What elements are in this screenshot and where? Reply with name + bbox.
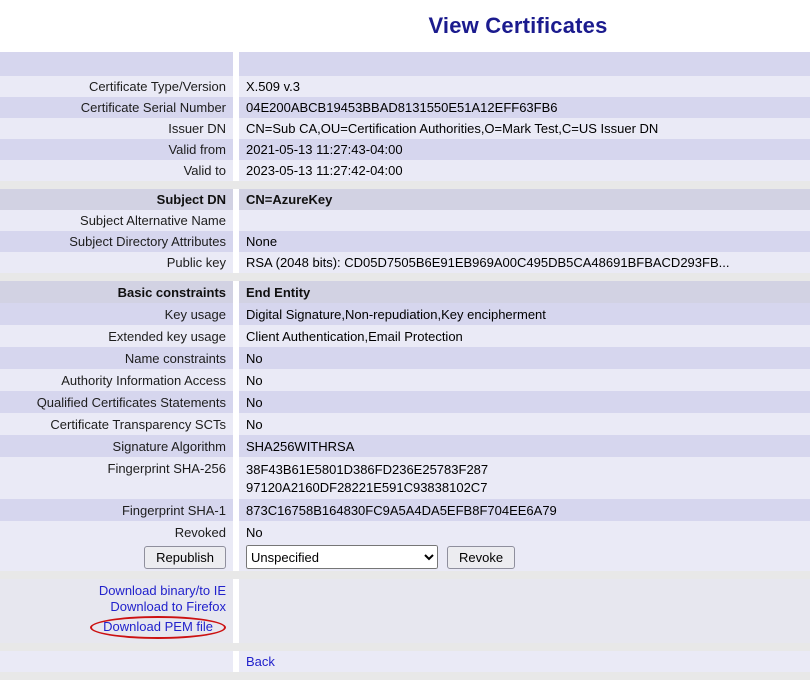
row-value: Digital Signature,Non-repudiation,Key en… — [239, 303, 810, 325]
row-value: Client Authentication,Email Protection — [239, 325, 810, 347]
row-value: 873C16758B164830FC9A5A4DA5EFB8F704EE6A79 — [239, 499, 810, 521]
row-label: Name constraints — [0, 347, 233, 369]
revoke-button[interactable]: Revoke — [447, 546, 515, 569]
row-label: Fingerprint SHA-256 — [0, 457, 233, 499]
row-label: Qualified Certificates Statements — [0, 391, 233, 413]
row-label: Fingerprint SHA-1 — [0, 499, 233, 521]
footer-section: Back — [0, 651, 810, 672]
row-label: Certificate Serial Number — [0, 97, 233, 118]
section-header-label: Subject DN — [0, 189, 233, 210]
row-label: Revoked — [0, 521, 233, 543]
download-binary-ie-link[interactable]: Download binary/to IE — [99, 583, 226, 599]
row-label: Valid from — [0, 139, 233, 160]
row-label: Issuer DN — [0, 118, 233, 139]
download-pem-link[interactable]: Download PEM file — [103, 619, 213, 634]
row-label: Subject Directory Attributes — [0, 231, 233, 252]
table-row: Public key RSA (2048 bits): CD05D7505B6E… — [0, 252, 810, 273]
table-row: Name constraints No — [0, 347, 810, 369]
page-header: View Certificates — [0, 0, 810, 52]
row-label: Key usage — [0, 303, 233, 325]
section-separator — [0, 643, 810, 651]
table-row: Fingerprint SHA-1 873C16758B164830FC9A5A… — [0, 499, 810, 521]
row-value: 04E200ABCB19453BBAD8131550E51A12EFF63FB6 — [239, 97, 810, 118]
back-link[interactable]: Back — [246, 654, 275, 670]
download-row: Download binary/to IE Download to Firefo… — [0, 579, 810, 643]
page-bottom-margin — [0, 672, 810, 680]
row-value: No — [239, 391, 810, 413]
table-row: Fingerprint SHA-256 38F43B61E5801D386FD2… — [0, 457, 810, 499]
table-row: Valid from 2021-05-13 11:27:43-04:00 — [0, 139, 810, 160]
table-row: Authority Information Access No — [0, 369, 810, 391]
download-section: Download binary/to IE Download to Firefo… — [0, 579, 810, 643]
highlight-ellipse: Download PEM file — [90, 616, 226, 639]
certificate-extensions-table: Basic constraints End Entity Key usage D… — [0, 281, 810, 571]
row-label: Certificate Type/Version — [0, 76, 233, 97]
section-header-value: End Entity — [239, 281, 810, 303]
row-label: Certificate Transparency SCTs — [0, 413, 233, 435]
row-value: No — [239, 347, 810, 369]
row-value: No — [239, 521, 810, 543]
section-separator — [0, 571, 810, 579]
section-separator — [0, 273, 810, 281]
page-title: View Certificates — [0, 13, 810, 39]
table-row: Certificate Type/Version X.509 v.3 — [0, 76, 810, 97]
row-label: Signature Algorithm — [0, 435, 233, 457]
row-label: Valid to — [0, 160, 233, 181]
table-row: Certificate Transparency SCTs No — [0, 413, 810, 435]
section-separator — [0, 181, 810, 189]
section-header-row: Subject DN CN=AzureKey — [0, 189, 810, 210]
back-row: Back — [0, 651, 810, 672]
row-value — [239, 210, 810, 231]
section-header-label: Basic constraints — [0, 281, 233, 303]
fingerprint-sha256-line1: 38F43B61E5801D386FD236E25783F287 — [246, 461, 488, 479]
section-header-value: CN=AzureKey — [239, 189, 810, 210]
table-row: Extended key usage Client Authentication… — [0, 325, 810, 347]
certificate-general-table: Certificate Type/Version X.509 v.3 Certi… — [0, 52, 810, 181]
row-value: CN=Sub CA,OU=Certification Authorities,O… — [239, 118, 810, 139]
row-value: X.509 v.3 — [239, 76, 810, 97]
section-header-row: Basic constraints End Entity — [0, 281, 810, 303]
download-firefox-link[interactable]: Download to Firefox — [110, 599, 226, 615]
certificate-subject-table: Subject DN CN=AzureKey Subject Alternati… — [0, 189, 810, 273]
table-row: Key usage Digital Signature,Non-repudiat… — [0, 303, 810, 325]
row-label: Subject Alternative Name — [0, 210, 233, 231]
table-row: Subject Alternative Name — [0, 210, 810, 231]
spacer-row — [0, 52, 810, 76]
table-row: Qualified Certificates Statements No — [0, 391, 810, 413]
table-row: Certificate Serial Number 04E200ABCB1945… — [0, 97, 810, 118]
revocation-reason-select[interactable]: Unspecified — [246, 545, 438, 569]
row-value: 38F43B61E5801D386FD236E25783F287 97120A2… — [239, 457, 810, 499]
table-row: Subject Directory Attributes None — [0, 231, 810, 252]
row-label: Authority Information Access — [0, 369, 233, 391]
actions-row: Republish Unspecified Revoke — [0, 543, 810, 571]
row-value: No — [239, 369, 810, 391]
table-row: Signature Algorithm SHA256WITHRSA — [0, 435, 810, 457]
republish-button[interactable]: Republish — [144, 546, 226, 569]
fingerprint-sha256-line2: 97120A2160DF28221E591C93838102C7 — [246, 479, 488, 497]
row-value: No — [239, 413, 810, 435]
row-label: Public key — [0, 252, 233, 273]
row-value: 2023-05-13 11:27:42-04:00 — [239, 160, 810, 181]
row-label: Extended key usage — [0, 325, 233, 347]
row-value: SHA256WITHRSA — [239, 435, 810, 457]
table-row: Valid to 2023-05-13 11:27:42-04:00 — [0, 160, 810, 181]
row-value: 2021-05-13 11:27:43-04:00 — [239, 139, 810, 160]
row-value: None — [239, 231, 810, 252]
table-row: Revoked No — [0, 521, 810, 543]
row-value: RSA (2048 bits): CD05D7505B6E91EB969A00C… — [239, 252, 810, 273]
table-row: Issuer DN CN=Sub CA,OU=Certification Aut… — [0, 118, 810, 139]
